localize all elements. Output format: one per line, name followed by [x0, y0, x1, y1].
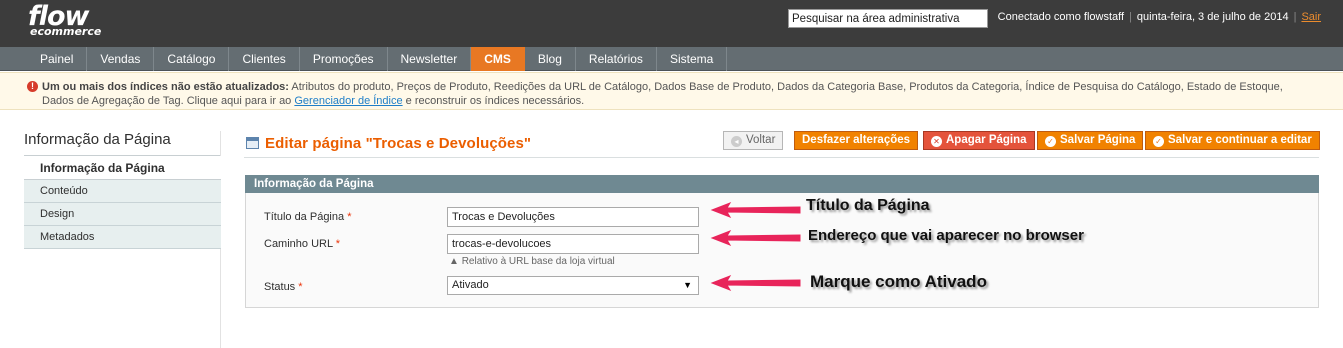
index-notice: ! Um ou mais dos índices não estão atual…: [0, 72, 1343, 110]
cms-page-icon: [246, 137, 259, 149]
check-icon: ✓: [1153, 136, 1164, 147]
nav-item-painel[interactable]: Painel: [27, 47, 88, 71]
header-separator: |: [1293, 11, 1297, 23]
admin-header: flow ecommerce Conectado como flowstaff …: [0, 0, 1343, 47]
logged-in-text: Conectado como flowstaff: [997, 11, 1125, 23]
nav-item-blog[interactable]: Blog: [525, 47, 576, 71]
error-icon: !: [27, 81, 38, 92]
save-button-label: Salvar Página: [1060, 134, 1136, 146]
flow-ecommerce-logo[interactable]: flow ecommerce: [28, 3, 102, 38]
url-label: Caminho URL *: [264, 238, 340, 250]
annotation-arrow-title: [710, 202, 801, 218]
nav-item-newsletter[interactable]: Newsletter: [388, 47, 472, 71]
reset-button[interactable]: Desfazer alterações: [794, 131, 919, 150]
nav-item-catalogo[interactable]: Catálogo: [154, 47, 230, 71]
delete-icon: ✕: [931, 136, 942, 147]
required-mark: *: [298, 281, 303, 293]
nav-item-relatorios[interactable]: Relatórios: [576, 47, 657, 71]
back-arrow-icon: ◂: [731, 136, 742, 147]
nav-item-clientes[interactable]: Clientes: [229, 47, 300, 71]
header-date: quinta-feira, 3 de julho de 2014: [1136, 11, 1289, 23]
save-continue-label: Salvar e continuar a editar: [1168, 134, 1312, 146]
annotation-arrows: [710, 202, 801, 291]
url-key-input[interactable]: [447, 234, 699, 254]
tab-design[interactable]: Design: [24, 203, 221, 226]
required-mark: *: [335, 238, 341, 250]
nav-item-sistema[interactable]: Sistema: [657, 47, 728, 71]
tab-metadata[interactable]: Metadados: [24, 226, 221, 249]
required-mark: *: [347, 211, 352, 223]
fieldset-header: Informação da Página: [245, 175, 1319, 193]
status-selected-value: Ativado: [452, 279, 489, 291]
notice-message: Um ou mais dos índices não estão atualiz…: [42, 80, 1292, 108]
sidebar-title: Informação da Página: [24, 131, 171, 148]
tab-page-info[interactable]: Informação da Página: [24, 156, 221, 180]
page-title: Editar página "Trocas e Devoluções": [265, 135, 532, 152]
logout-link[interactable]: Sair: [1301, 11, 1321, 23]
url-note: ▲ Relativo à URL base da loja virtual: [449, 256, 615, 267]
dropdown-arrow-icon: ▼: [683, 280, 692, 290]
delete-page-button[interactable]: ✕ Apagar Página: [923, 131, 1035, 150]
notice-tail: e reconstruir os índices necessários.: [402, 95, 585, 107]
nav-item-cms[interactable]: CMS: [471, 47, 525, 71]
nav-item-promocoes[interactable]: Promoções: [300, 47, 388, 71]
back-button-label: Voltar: [746, 134, 776, 146]
header-user-info: Conectado como flowstaff | quinta-feira,…: [998, 11, 1321, 23]
main-nav: Painel Vendas Catálogo Clientes Promoções New…: [0, 47, 1343, 71]
annotation-title: Título da Página: [806, 197, 930, 214]
annotation-url: Endereço que vai aparecer no browser: [808, 227, 1084, 244]
delete-button-label: Apagar Página: [946, 134, 1027, 146]
title-label: Título da Página *: [264, 211, 351, 223]
tab-content[interactable]: Conteúdo: [24, 180, 221, 203]
url-label-text: Caminho URL: [264, 238, 333, 250]
title-divider: [244, 157, 1319, 158]
main-nav-list: Painel Vendas Catálogo Clientes Promoções New…: [27, 47, 728, 71]
status-label: Status *: [264, 281, 303, 293]
nav-item-vendas[interactable]: Vendas: [87, 47, 155, 71]
status-label-text: Status: [264, 281, 296, 293]
logo-sub-text: ecommerce: [30, 25, 102, 38]
note-arrow-icon: ▲: [449, 256, 459, 267]
notice-bold: Um ou mais dos índices não estão atualiz…: [42, 81, 289, 93]
save-continue-button[interactable]: ✓ Salvar e continuar a editar: [1145, 131, 1320, 150]
title-label-text: Título da Página: [264, 211, 345, 223]
page-title-input[interactable]: [447, 207, 699, 227]
global-search-input[interactable]: [788, 9, 988, 28]
url-note-text: Relativo à URL base da loja virtual: [461, 256, 615, 267]
status-select[interactable]: Ativado ▼: [447, 276, 699, 295]
check-icon: ✓: [1045, 136, 1056, 147]
index-manager-link[interactable]: Gerenciador de Índice: [294, 95, 402, 107]
annotation-arrow-status: [710, 275, 801, 291]
annotation-arrow-url: [710, 230, 801, 246]
back-button[interactable]: ◂ Voltar: [723, 131, 784, 150]
save-page-button[interactable]: ✓ Salvar Página: [1037, 131, 1144, 150]
header-separator: |: [1129, 11, 1132, 23]
sidebar-tabs: Informação da Página Conteúdo Design Met…: [24, 156, 221, 249]
annotation-status: Marque como Ativado: [810, 272, 987, 291]
